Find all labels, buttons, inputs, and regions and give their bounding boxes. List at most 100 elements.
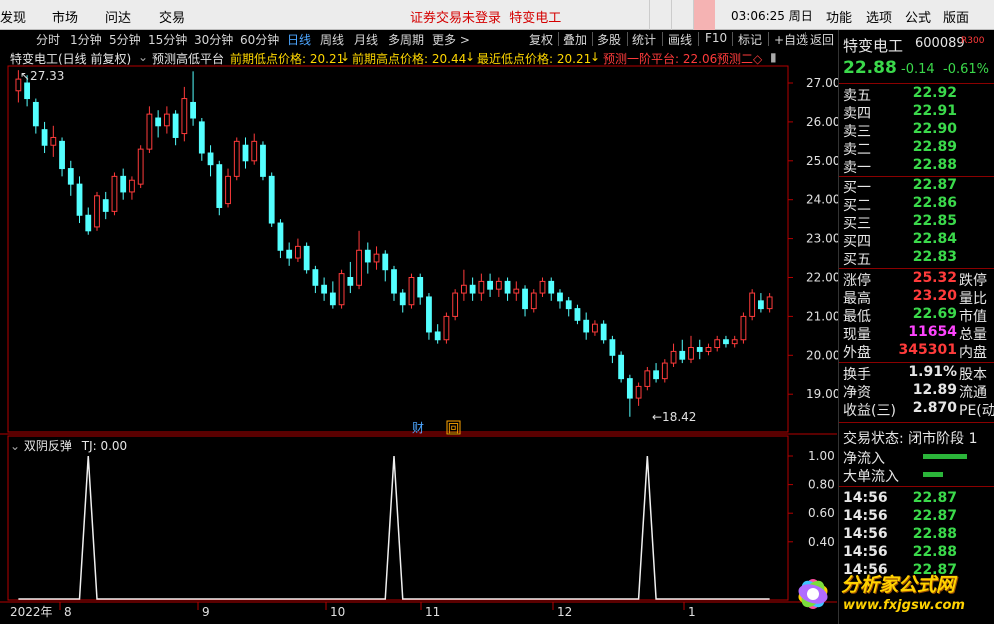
candle-body [670,350,677,364]
chevron-down-icon[interactable]: ⌄ [10,439,20,453]
candle-body [303,245,310,271]
stat-value: 11654 [908,324,957,340]
signal-subchart [18,455,770,600]
candle-body [382,253,389,271]
candle-body [120,175,127,193]
finance-badge: 财 [412,421,424,435]
ask-row: 卖一 22.88 [841,157,994,176]
ask-label: 卖二 [843,142,871,158]
bid-price: 22.87 [912,177,957,193]
candle-body [190,101,196,119]
candle-body [478,280,485,294]
candle-body [469,284,476,294]
candle-body [513,288,520,294]
tick-time: 14:56 [843,490,888,506]
candle-body [609,339,616,356]
y-tick-label: 27.00 [806,76,840,90]
y-tick-label: 19.00 [806,387,840,401]
x-tick-label: 2022年 [10,605,53,619]
candle-body [137,148,144,185]
main-panel-border [7,65,789,433]
candle-body [163,113,170,127]
bid-price: 22.86 [912,195,957,211]
tick-price: 22.88 [912,544,957,560]
candle-body [251,140,258,162]
y-tick-label: 23.00 [806,232,840,246]
trade-status: 交易状态: 闭市阶段 1 [843,431,978,447]
stat-label: 外盘 [843,345,871,361]
y-tick-label: 21.00 [806,309,840,323]
candle-body [460,284,467,294]
candle-body [329,292,336,306]
candle-body [487,280,493,290]
candle-body [426,296,432,333]
candle-body [233,140,240,177]
bid-row: 买四 22.84 [841,231,994,250]
ask-label: 卖五 [843,88,871,104]
candle-body [705,347,712,352]
tick-price: 22.87 [912,508,957,524]
x-tick-label: 9 [202,605,210,619]
quote-panel: 特变电工 600089 R300 22.88 -0.14 -0.61% 卖五 22… [838,30,994,624]
candle-body [417,277,424,298]
stat-value: 12.89 [912,382,957,398]
stat-label: 涨停 [843,273,871,289]
big-inflow-bar [923,472,943,477]
candle-body [24,82,31,100]
candle-body [539,280,546,294]
stat-label: 现量 [843,327,871,343]
candle-body [696,347,703,352]
tick-row: 14:56 22.87 [841,508,994,526]
candle-body [731,339,738,345]
candle-body [85,214,92,232]
big-inflow-label: 大单流入 [843,469,899,485]
tj-signal-line [18,455,770,600]
y-tick-label: 25.00 [806,154,840,168]
candle-body [452,292,459,317]
stat-row: 外盘 345301 内盘 [841,342,994,361]
stat-value: 345301 [898,342,957,358]
candle-body [548,280,555,294]
divider [839,486,994,487]
event-badge: 回 [448,422,459,435]
candle-body [347,277,354,286]
candle-body [277,222,284,251]
candle-body [76,183,83,216]
stat-row: 换手 1.91% 股本 [841,364,994,383]
ask-price: 22.92 [912,85,957,101]
candle-body [321,284,328,294]
y-tick-label: 22.00 [806,271,840,285]
bid-row: 买三 22.85 [841,213,994,232]
candle-series [15,70,773,417]
candle-body [129,179,135,193]
candle-body [225,175,231,205]
stat-label: 净资 [843,385,871,401]
stat-label-2: PE(动 [959,403,994,419]
ask-label: 卖四 [843,106,871,122]
candle-body [41,129,48,146]
candle-body [260,144,266,177]
candle-body [679,350,686,360]
candle-body [94,195,100,228]
candle-body [574,308,581,321]
stat-label-2: 流通 [959,385,987,401]
candle-body [373,253,380,263]
candle-body [286,249,293,259]
bid-row: 买五 22.83 [841,249,994,268]
candle-body [242,144,249,162]
ask-label: 卖三 [843,124,871,140]
stat-label-2: 内盘 [959,345,987,361]
divider [839,83,994,84]
candle-body [216,164,223,208]
candle-body [766,296,773,310]
subchart-title[interactable]: 双阴反弹 [24,439,72,453]
low-price-marker: ←18.42 [652,410,696,424]
stat-value: 23.20 [912,288,957,304]
candle-body [592,323,598,333]
bid-label: 买一 [843,180,871,196]
price-change-pct: -0.61% [943,62,989,77]
stat-label: 收益(三) [843,403,896,419]
stat-value: 2.870 [912,400,957,416]
ask-price: 22.90 [912,121,957,137]
stat-label-2: 股本 [959,367,987,383]
